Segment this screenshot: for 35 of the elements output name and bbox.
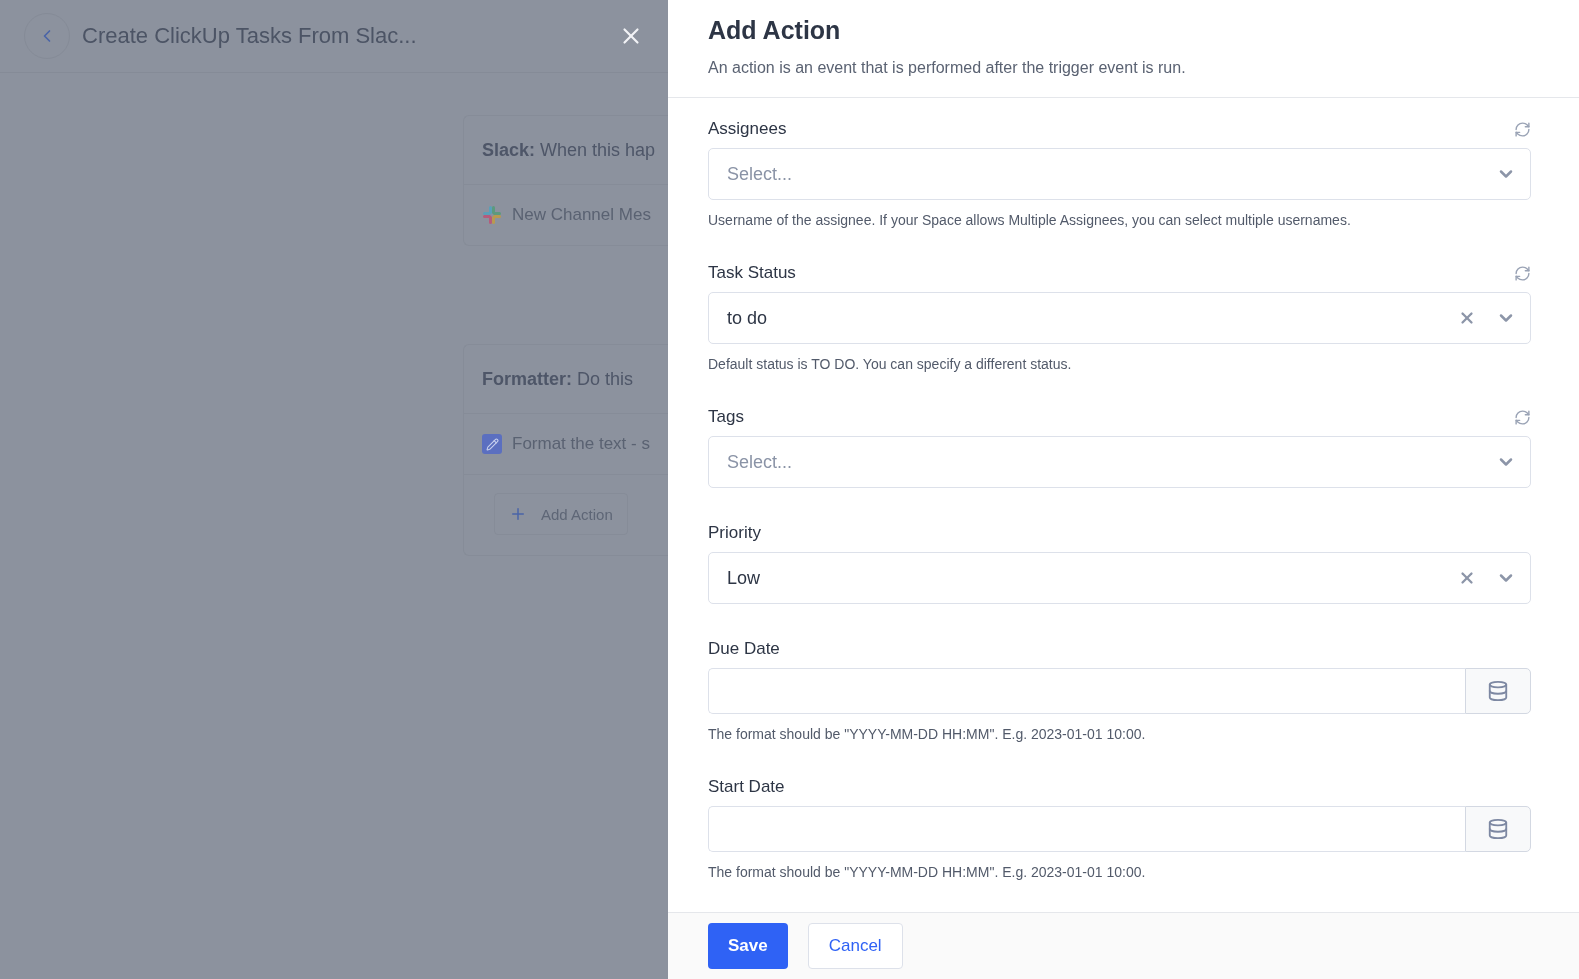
card-title: Formatter: Do this (482, 368, 634, 390)
variable-button[interactable] (1465, 806, 1531, 852)
field-label: Priority (708, 523, 761, 543)
select-field[interactable]: to do (708, 292, 1531, 344)
date-input[interactable] (708, 806, 1465, 852)
date-input[interactable] (708, 668, 1465, 714)
refresh-icon[interactable] (1514, 264, 1531, 282)
refresh-icon[interactable] (1514, 120, 1531, 138)
select-field[interactable]: Low (708, 552, 1531, 604)
field-hint: Username of the assignee. If your Space allows Multiple Assignees, you can select multiple usernames. (708, 212, 1352, 228)
field-hint: Default status is TO DO. You can specify a different status. (708, 356, 1073, 372)
slack-logo-icon (482, 205, 502, 225)
field-label: Assignees (708, 119, 787, 139)
database-icon (1487, 680, 1509, 702)
field-label: Tags (708, 407, 744, 427)
refresh-icon[interactable] (1514, 408, 1531, 426)
variable-button[interactable] (1465, 668, 1531, 714)
card-title: Slack: When this hap (482, 139, 656, 161)
clear-icon[interactable] (1458, 569, 1476, 587)
panel-title: Add Action (708, 16, 842, 45)
select-field[interactable]: Select... (708, 148, 1531, 200)
pencil-icon (482, 434, 502, 454)
plus-icon (509, 505, 527, 523)
field-hint: The format should be "YYYY-MM-DD HH:MM". E.g. 2023-01-01 10:00. (708, 864, 1147, 880)
clear-icon[interactable] (1458, 309, 1476, 327)
panel-description: An action is an event that is performed after the trigger event is run. (708, 59, 1187, 77)
field-label: Start Date (708, 777, 785, 797)
cancel-button[interactable]: Cancel (807, 923, 903, 969)
workflow-title: Create ClickUp Tasks From Slac... (82, 23, 418, 49)
field-label: Due Date (708, 639, 780, 659)
field-hint: The format should be "YYYY-MM-DD HH:MM". E.g. 2023-01-01 10:00. (708, 726, 1147, 742)
save-button[interactable]: Save (708, 923, 788, 969)
field-label: Task Status (708, 263, 796, 283)
database-icon (1487, 818, 1509, 840)
select-field[interactable]: Select... (708, 436, 1531, 488)
